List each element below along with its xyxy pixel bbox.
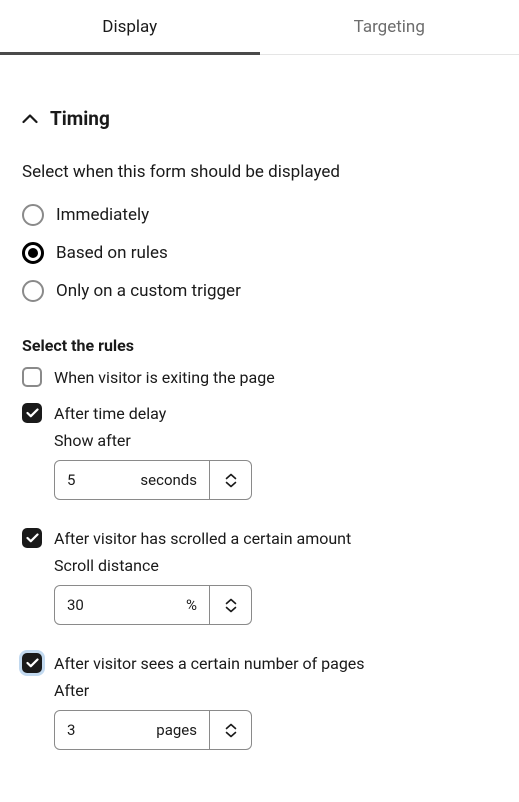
content: Timing Select when this form should be d… (0, 55, 519, 802)
time-delay-unit: seconds (140, 471, 197, 489)
pages-unit: pages (156, 721, 197, 739)
time-delay-sublabel: Show after (54, 431, 497, 450)
checkbox-label-time-delay: After time delay (54, 404, 166, 423)
chevron-up-icon (225, 473, 237, 480)
scroll-stepper[interactable] (210, 585, 252, 625)
radio-icon (22, 242, 44, 264)
checkbox-time-delay[interactable]: After time delay (22, 403, 497, 423)
radio-label-based-on-rules: Based on rules (56, 243, 168, 263)
checkbox-icon (22, 653, 42, 673)
pages-stepper[interactable] (210, 710, 252, 750)
rules-title: Select the rules (22, 336, 497, 355)
pages-field: After 3 pages (54, 681, 497, 750)
timing-radio-group: Immediately Based on rules Only on a cus… (22, 204, 497, 302)
checkbox-icon (22, 528, 42, 548)
tab-display-label: Display (102, 17, 157, 37)
radio-immediately[interactable]: Immediately (22, 204, 497, 226)
time-delay-input[interactable]: 5 seconds (54, 460, 252, 500)
section-title: Timing (50, 107, 110, 130)
checkbox-label-scroll: After visitor has scrolled a certain amo… (54, 529, 351, 548)
checkbox-label-pages: After visitor sees a certain number of p… (54, 654, 365, 673)
pages-input-box[interactable]: 3 pages (54, 710, 210, 750)
tab-targeting[interactable]: Targeting (260, 0, 519, 54)
time-delay-field: Show after 5 seconds (54, 431, 497, 500)
time-delay-value: 5 (67, 471, 75, 489)
scroll-field: Scroll distance 30 % (54, 556, 497, 625)
scroll-value: 30 (67, 596, 84, 614)
tab-targeting-label: Targeting (354, 17, 425, 37)
radio-label-immediately: Immediately (56, 205, 149, 225)
pages-value: 3 (67, 721, 75, 739)
checkbox-exit-intent[interactable]: When visitor is exiting the page (22, 367, 497, 387)
chevron-down-icon (225, 731, 237, 738)
radio-icon (22, 204, 44, 226)
tab-display[interactable]: Display (0, 0, 260, 54)
chevron-up-icon (22, 114, 38, 124)
radio-custom-trigger[interactable]: Only on a custom trigger (22, 280, 497, 302)
checkbox-scroll[interactable]: After visitor has scrolled a certain amo… (22, 528, 497, 548)
time-delay-input-box[interactable]: 5 seconds (54, 460, 210, 500)
pages-sublabel: After (54, 681, 497, 700)
scroll-input[interactable]: 30 % (54, 585, 252, 625)
section-description: Select when this form should be displaye… (22, 162, 497, 182)
scroll-sublabel: Scroll distance (54, 556, 497, 575)
tabs: Display Targeting (0, 0, 519, 55)
section-header-timing[interactable]: Timing (22, 107, 497, 130)
chevron-down-icon (225, 481, 237, 488)
chevron-down-icon (225, 606, 237, 613)
chevron-up-icon (225, 598, 237, 605)
pages-input[interactable]: 3 pages (54, 710, 252, 750)
radio-based-on-rules[interactable]: Based on rules (22, 242, 497, 264)
checkbox-icon (22, 367, 42, 387)
radio-icon (22, 280, 44, 302)
radio-label-custom-trigger: Only on a custom trigger (56, 281, 241, 301)
chevron-up-icon (225, 723, 237, 730)
scroll-unit: % (186, 596, 197, 614)
checkbox-icon (22, 403, 42, 423)
scroll-input-box[interactable]: 30 % (54, 585, 210, 625)
checkbox-label-exit-intent: When visitor is exiting the page (54, 368, 275, 387)
checkbox-pages[interactable]: After visitor sees a certain number of p… (22, 653, 497, 673)
time-delay-stepper[interactable] (210, 460, 252, 500)
